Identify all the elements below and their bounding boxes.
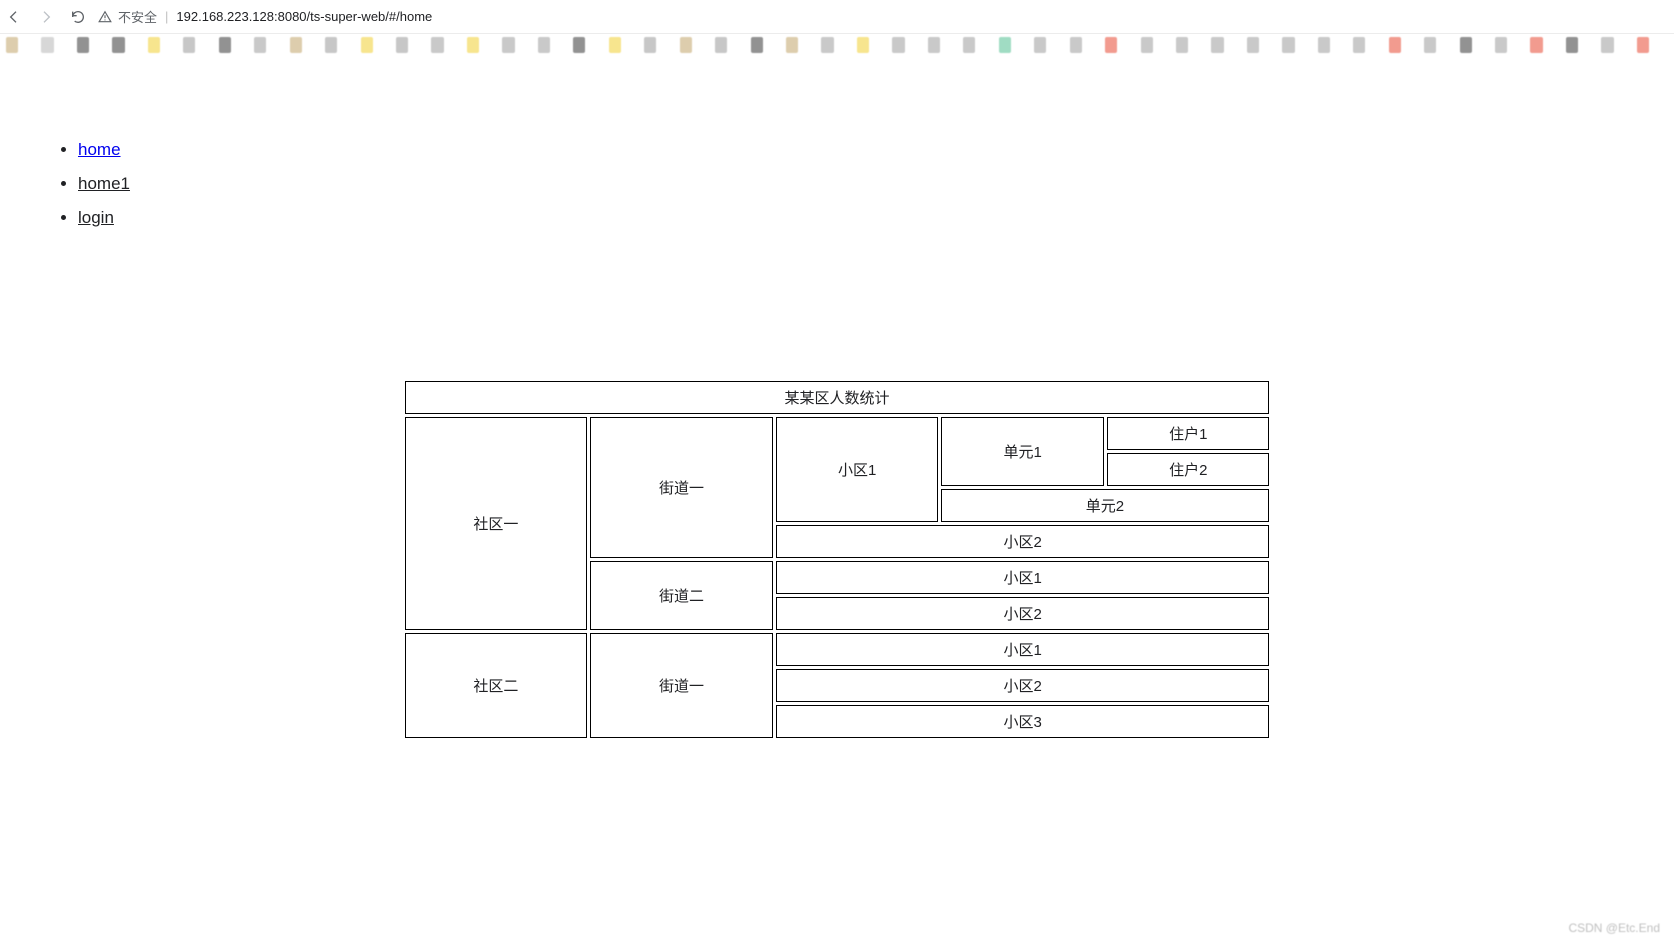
cell-block2c: 小区2 [776, 669, 1269, 702]
security-status: 不安全 [98, 7, 157, 26]
nav-link-item: login [78, 208, 1674, 228]
cell-block1b: 小区1 [776, 561, 1269, 594]
security-label: 不安全 [118, 7, 157, 26]
bookmark-tile[interactable] [1389, 37, 1401, 53]
cell-unit1: 单元1 [941, 417, 1105, 486]
bookmark-tile[interactable] [6, 37, 18, 53]
bookmark-tile[interactable] [396, 37, 408, 53]
bookmark-tile[interactable] [254, 37, 266, 53]
bookmark-tile[interactable] [1141, 37, 1153, 53]
cell-household2: 住户2 [1107, 453, 1269, 486]
bookmark-tile[interactable] [538, 37, 550, 53]
nav-link[interactable]: home1 [78, 174, 130, 193]
forward-icon[interactable] [38, 9, 54, 25]
bookmark-tile[interactable] [112, 37, 124, 53]
bookmark-tile[interactable] [325, 37, 337, 53]
cell-household1: 住户1 [1107, 417, 1269, 450]
nav-link[interactable]: login [78, 208, 114, 227]
bookmark-tile[interactable] [41, 37, 53, 53]
bookmark-tile[interactable] [928, 37, 940, 53]
stats-table: 某某区人数统计 社区一 街道一 小区1 单元1 住户1 住户2 单元2 小区2 … [402, 378, 1272, 741]
bookmark-tile[interactable] [963, 37, 975, 53]
bookmark-tile[interactable] [751, 37, 763, 53]
table-title: 某某区人数统计 [405, 381, 1269, 414]
browser-toolbar: 不安全 | 192.168.223.128:8080/ts-super-web/… [0, 0, 1674, 34]
bookmark-tile[interactable] [1247, 37, 1259, 53]
cell-unit2: 单元2 [941, 489, 1269, 522]
bookmark-tile[interactable] [1601, 37, 1613, 53]
bookmark-tile[interactable] [892, 37, 904, 53]
nav-link-item: home1 [78, 174, 1674, 194]
cell-street1b: 街道一 [590, 633, 774, 738]
url-text: 192.168.223.128:8080/ts-super-web/#/home [176, 9, 432, 24]
watermark: CSDN @Etc.End [1568, 921, 1660, 935]
back-icon[interactable] [6, 9, 22, 25]
bookmark-tile[interactable] [148, 37, 160, 53]
bookmark-tile[interactable] [573, 37, 585, 53]
bookmark-tile[interactable] [1034, 37, 1046, 53]
bookmark-tile[interactable] [1424, 37, 1436, 53]
bookmark-tile[interactable] [715, 37, 727, 53]
cell-block1c: 小区1 [776, 633, 1269, 666]
cell-block3c: 小区3 [776, 705, 1269, 738]
bookmark-tile[interactable] [1495, 37, 1507, 53]
address-bar[interactable]: 不安全 | 192.168.223.128:8080/ts-super-web/… [98, 7, 432, 26]
reload-icon[interactable] [70, 9, 86, 25]
bookmark-strip [0, 34, 1674, 56]
bookmark-tile[interactable] [1105, 37, 1117, 53]
cell-street1: 街道一 [590, 417, 774, 558]
bookmark-tile[interactable] [183, 37, 195, 53]
bookmark-tile[interactable] [1211, 37, 1223, 53]
bookmark-tile[interactable] [1353, 37, 1365, 53]
nav-link[interactable]: home [78, 140, 121, 159]
bookmark-tile[interactable] [999, 37, 1011, 53]
cell-community1: 社区一 [405, 417, 587, 630]
bookmark-tile[interactable] [821, 37, 833, 53]
bookmark-tile[interactable] [290, 37, 302, 53]
cell-block1: 小区1 [776, 417, 938, 522]
bookmark-tile[interactable] [502, 37, 514, 53]
bookmark-tile[interactable] [1176, 37, 1188, 53]
nav-icon-group [6, 9, 86, 25]
cell-street2: 街道二 [590, 561, 774, 630]
bookmark-tile[interactable] [1070, 37, 1082, 53]
bookmark-tile[interactable] [1530, 37, 1542, 53]
bookmark-tile[interactable] [1460, 37, 1472, 53]
bookmark-tile[interactable] [1637, 37, 1649, 53]
cell-community2: 社区二 [405, 633, 587, 738]
nav-link-item: home [78, 140, 1674, 160]
bookmark-tile[interactable] [219, 37, 231, 53]
bookmark-tile[interactable] [361, 37, 373, 53]
bookmark-tile[interactable] [786, 37, 798, 53]
warning-triangle-icon [98, 10, 112, 24]
bookmark-tile[interactable] [431, 37, 443, 53]
bookmark-tile[interactable] [609, 37, 621, 53]
cell-block2: 小区2 [776, 525, 1269, 558]
bookmark-tile[interactable] [77, 37, 89, 53]
bookmark-tile[interactable] [1566, 37, 1578, 53]
bookmark-tile[interactable] [857, 37, 869, 53]
bookmark-tile[interactable] [1318, 37, 1330, 53]
bookmark-tile[interactable] [1282, 37, 1294, 53]
bookmark-tile[interactable] [680, 37, 692, 53]
bookmark-tile[interactable] [467, 37, 479, 53]
cell-block2b: 小区2 [776, 597, 1269, 630]
separator: | [165, 9, 168, 24]
bookmark-tile[interactable] [644, 37, 656, 53]
table-wrap: 某某区人数统计 社区一 街道一 小区1 单元1 住户1 住户2 单元2 小区2 … [0, 378, 1674, 741]
nav-link-list: home home1 login [78, 140, 1674, 228]
